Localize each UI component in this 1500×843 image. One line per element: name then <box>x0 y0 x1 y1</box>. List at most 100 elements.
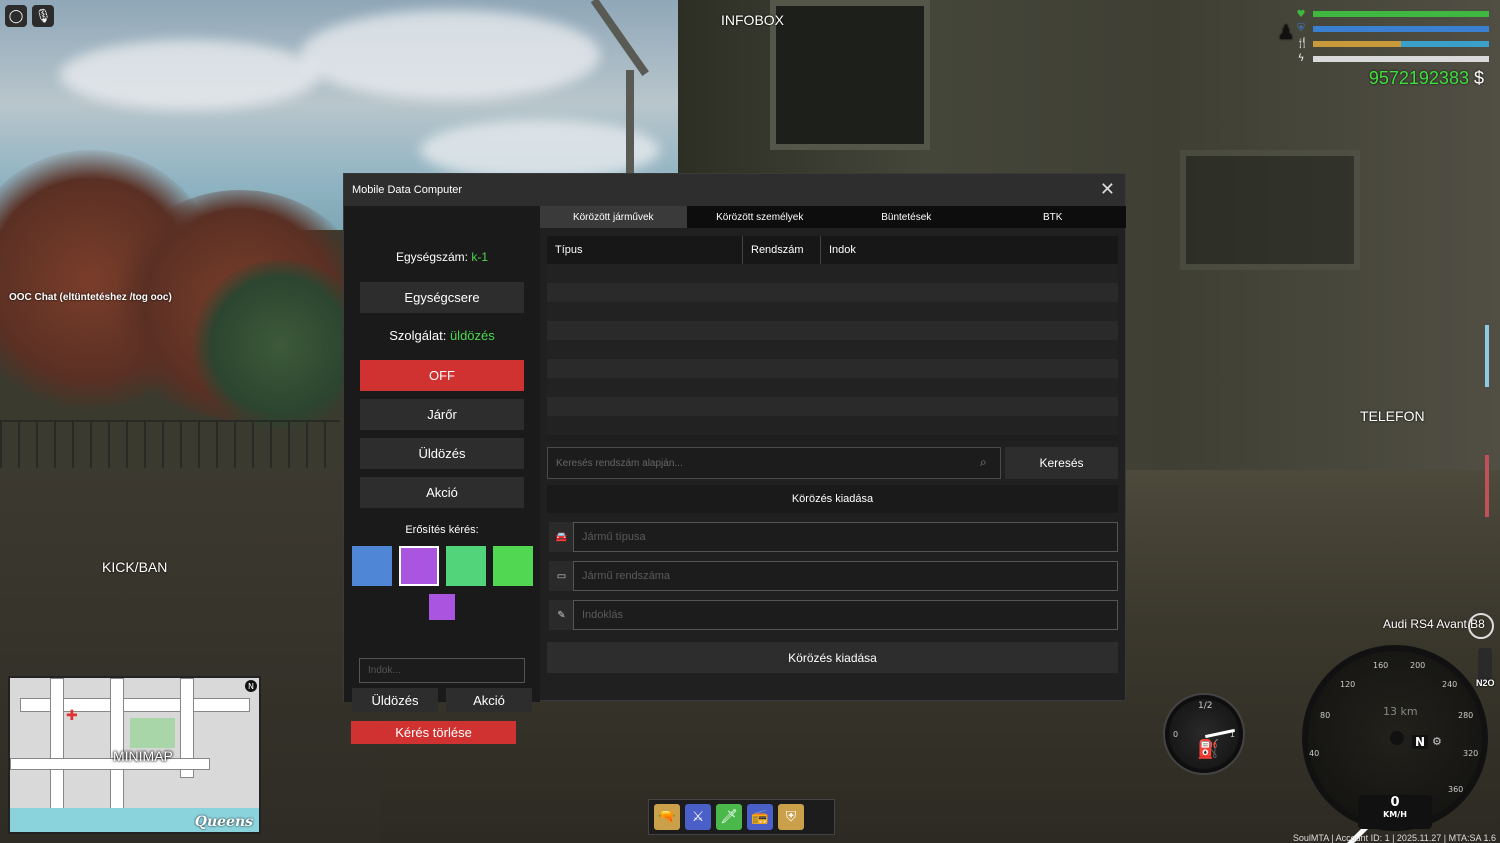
telefon-label: TELEFON <box>1360 408 1425 424</box>
search-icon: ⌕ <box>980 455 987 469</box>
change-unit-button[interactable]: Egységcsere <box>360 282 524 313</box>
reason-input[interactable] <box>359 658 525 683</box>
rifle-icon[interactable]: ⚔ <box>685 804 711 830</box>
tab-wanted-vehicles[interactable]: Körözött járművek <box>540 206 687 228</box>
unit-value: k-1 <box>471 250 489 264</box>
kickban-label: KICK/BAN <box>102 559 168 575</box>
fuel-mark-empty: 0 <box>1173 730 1179 739</box>
duty-label: Szolgálat: <box>389 328 447 343</box>
issue-wanted-button[interactable]: Körözés kiadása <box>547 642 1118 673</box>
cloud <box>60 40 320 110</box>
infobox-label: INFOBOX <box>721 12 785 28</box>
odometer: 13 km <box>1383 705 1418 718</box>
area-name: Queens <box>194 814 253 830</box>
table-row[interactable] <box>547 416 1118 435</box>
knife-icon[interactable]: 🗡 <box>716 804 742 830</box>
fuel-mark-half: 1/2 <box>1198 701 1213 711</box>
speed-tick: 280 <box>1458 711 1474 720</box>
plate-search-input[interactable] <box>547 447 1001 479</box>
search-button[interactable]: Keresés <box>1005 447 1118 479</box>
request-action-button[interactable]: Akció <box>446 688 532 712</box>
status-action-button[interactable]: Akció <box>360 477 524 508</box>
fuel-pump-icon: ⛽ <box>1197 739 1220 760</box>
duty-status: Szolgálat: üldözés <box>344 328 540 343</box>
speed-tick: 200 <box>1410 661 1426 670</box>
badge-icon[interactable]: ⛨ <box>778 804 804 830</box>
building-window <box>1180 150 1360 270</box>
tab-btk[interactable]: BTK <box>980 206 1127 228</box>
ooc-chat-label: OOC Chat (eltüntetéshez /tog ooc) <box>9 292 172 303</box>
table-row[interactable] <box>547 302 1118 321</box>
stamina-bar <box>1313 56 1489 62</box>
reason-field[interactable] <box>573 600 1118 630</box>
backup-color-blue[interactable] <box>352 546 392 586</box>
duty-value: üldözés <box>449 328 495 343</box>
delete-request-button[interactable]: Kérés törlése <box>351 721 516 744</box>
side-indicator-red <box>1485 455 1489 517</box>
column-header-reason: Indok <box>821 236 1118 264</box>
backup-color-green[interactable] <box>493 546 533 586</box>
person-icon: ♟ <box>1277 22 1295 44</box>
speed-tick: 240 <box>1442 680 1458 689</box>
tab-wanted-persons[interactable]: Körözött személyek <box>687 206 834 228</box>
pistol-icon[interactable]: 🔫 <box>654 804 680 830</box>
mdc-window: Mobile Data Computer ✕ Egységszám: k-1 E… <box>343 173 1126 744</box>
speed-tick: 320 <box>1463 749 1479 758</box>
status-off-button[interactable]: OFF <box>360 360 524 391</box>
speed-tick: 80 <box>1320 711 1331 720</box>
status-pursuit-button[interactable]: Üldözés <box>360 438 524 469</box>
table-row[interactable] <box>547 283 1118 302</box>
speedometer: 13 km 40 80 120 160 200 240 280 320 360 … <box>1302 645 1488 843</box>
selected-color-preview <box>429 594 455 620</box>
unit-label: Egységszám: <box>395 250 468 264</box>
table-row[interactable] <box>547 321 1118 340</box>
health-bar <box>1313 11 1489 17</box>
close-icon[interactable]: ✕ <box>1100 180 1115 198</box>
circle-icon[interactable]: ◯ <box>5 5 27 27</box>
mdc-titlebar[interactable]: Mobile Data Computer ✕ <box>344 174 1125 206</box>
shield-icon: ⛨ <box>1297 22 1305 34</box>
fence <box>0 420 340 468</box>
speed-tick: 160 <box>1373 661 1389 670</box>
nitro-label: N2O <box>1476 678 1495 688</box>
vehicle-type-field[interactable] <box>573 522 1118 552</box>
backup-color-purple[interactable] <box>399 546 439 586</box>
thirst-bar <box>1401 41 1489 47</box>
pencil-icon: ✎ <box>549 600 574 630</box>
backup-color-teal[interactable] <box>446 546 486 586</box>
needle-hub <box>1390 731 1404 745</box>
hospital-icon: ✚ <box>66 708 78 724</box>
unit-number: Egységszám: k-1 <box>344 250 540 264</box>
status-patrol-button[interactable]: Járőr <box>360 399 524 430</box>
radio-icon[interactable]: 📻 <box>747 804 773 830</box>
table-row[interactable] <box>547 397 1118 416</box>
backup-label: Erősítés kérés: <box>405 524 479 536</box>
tab-bar: Körözött járművek Körözött személyek Bün… <box>540 206 1126 228</box>
engine-gear-icon: ⚙ <box>1432 735 1442 748</box>
fuel-gauge: 1/2 0 1 ⛽ <box>1165 695 1243 773</box>
food-icon: 🍴 <box>1296 37 1309 49</box>
minimap-park <box>130 718 175 748</box>
cloud <box>300 10 600 100</box>
table-row[interactable] <box>547 340 1118 359</box>
heart-icon: ♥ <box>1296 8 1306 20</box>
tab-penalties[interactable]: Büntetések <box>833 206 980 228</box>
minimap-road <box>10 758 210 770</box>
money-value: 9572192383 <box>1368 68 1469 88</box>
speed-tick: 120 <box>1340 680 1356 689</box>
vehicle-plate-field[interactable] <box>573 561 1118 591</box>
table-row[interactable] <box>547 378 1118 397</box>
server-footer: SoulMTA | Account ID: 1 | 2025.11.27 | M… <box>1292 833 1496 843</box>
armor-bar <box>1313 26 1489 32</box>
car-icon: 🚘 <box>549 522 574 552</box>
table-row[interactable] <box>547 359 1118 378</box>
speed-value: 0 <box>1390 795 1400 810</box>
request-pursuit-button[interactable]: Üldözés <box>352 688 438 712</box>
minimap[interactable]: ✚ MINIMAP N Queens <box>8 676 261 834</box>
microphone-icon[interactable]: 🎙 <box>32 5 54 27</box>
hotbar: 🔫 ⚔ 🗡 📻 ⛨ <box>648 799 835 835</box>
north-icon: N <box>245 680 257 692</box>
currency-symbol: $ <box>1473 68 1484 88</box>
table-row[interactable] <box>547 264 1118 283</box>
wanted-vehicles-table: Típus Rendszám Indok <box>547 236 1118 441</box>
